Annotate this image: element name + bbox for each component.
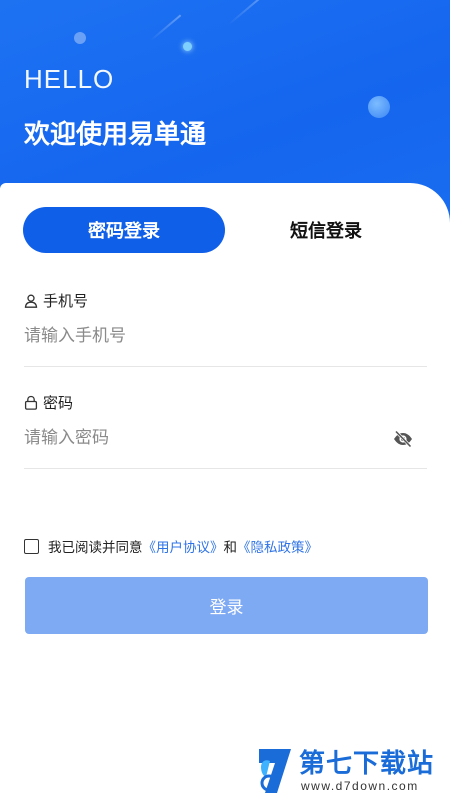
login-card: 密码登录 短信登录 手机号 密码 我已阅读并同意 《用户协议》 和 《隐私政策》 — [0, 183, 450, 800]
agreement-row: 我已阅读并同意 《用户协议》 和 《隐私政策》 — [24, 536, 318, 556]
phone-label: 手机号 — [24, 290, 88, 311]
phone-input[interactable] — [24, 321, 388, 351]
hello-text: HELLO — [24, 64, 115, 94]
watermark: 第七下载站 www.d7down.com — [255, 745, 434, 797]
welcome-title: 欢迎使用易单通 — [24, 120, 207, 150]
tab-sms-login[interactable]: 短信登录 — [225, 207, 427, 253]
password-divider — [24, 468, 427, 469]
login-button[interactable]: 登录 — [25, 577, 428, 634]
phone-divider — [24, 366, 427, 367]
decor-dot — [183, 42, 192, 51]
agreement-checkbox[interactable] — [24, 538, 39, 554]
watermark-logo — [259, 749, 291, 793]
tab-password-login[interactable]: 密码登录 — [23, 207, 225, 253]
user-agreement-link[interactable]: 《用户协议》 — [143, 536, 224, 556]
agreement-prefix: 我已阅读并同意 — [48, 540, 143, 556]
user-icon — [24, 294, 38, 308]
lock-icon — [24, 395, 38, 410]
decor-dot — [74, 32, 86, 44]
watermark-url: www.d7down.com — [301, 779, 419, 793]
privacy-policy-link[interactable]: 《隐私政策》 — [237, 536, 318, 556]
password-label: 密码 — [24, 392, 73, 413]
password-input[interactable] — [24, 423, 388, 453]
login-tabs: 密码登录 短信登录 — [23, 207, 427, 253]
phone-label-text: 手机号 — [43, 292, 89, 310]
decor-dot — [368, 96, 390, 118]
eye-off-icon[interactable] — [392, 428, 414, 450]
watermark-title: 第七下载站 — [299, 749, 435, 779]
decor-streak — [227, 0, 290, 26]
decor-streak — [149, 14, 182, 42]
password-label-text: 密码 — [43, 394, 74, 412]
agreement-conjunction: 和 — [223, 540, 238, 556]
